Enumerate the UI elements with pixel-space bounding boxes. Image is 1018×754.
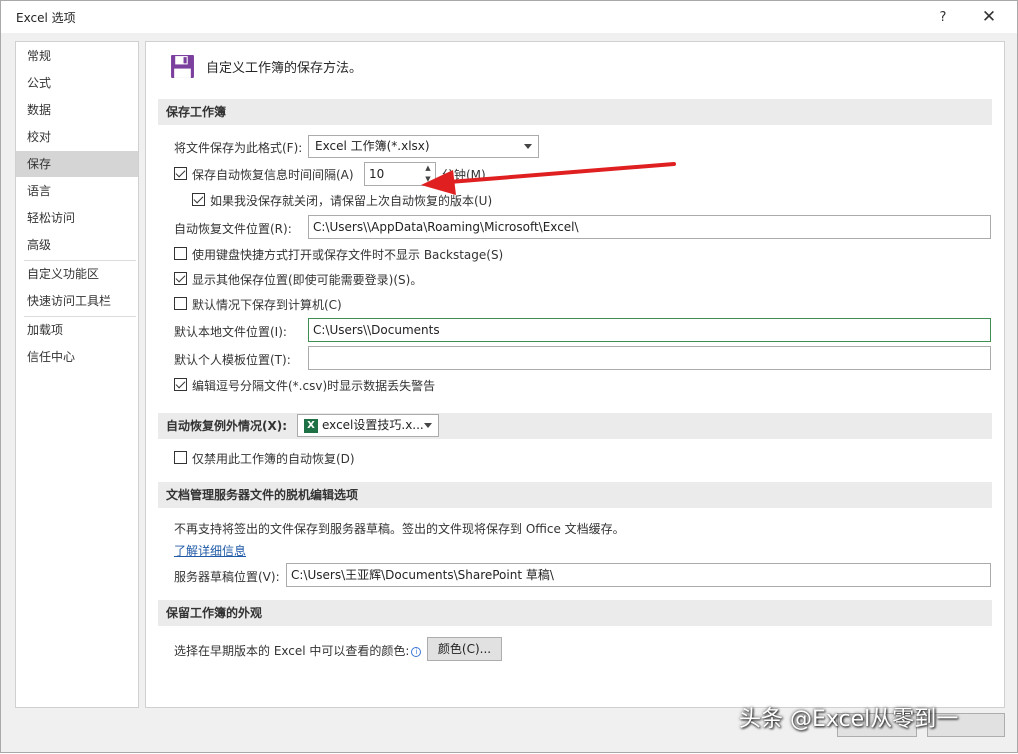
default-local-location-value: C:\Users\\Documents	[313, 323, 440, 337]
nav-item-formulas[interactable]: 公式	[16, 70, 138, 96]
nav-item-trust-center[interactable]: 信任中心	[16, 344, 138, 370]
chevron-down-icon	[524, 144, 532, 149]
csv-warning-checkbox[interactable]	[174, 378, 187, 391]
title-bar: Excel 选项 ? ✕	[1, 1, 1017, 33]
server-drafts-location-label: 服务器草稿位置(V):	[174, 570, 280, 584]
no-backstage-label: 使用键盘快捷方式打开或保存文件时不显示 Backstage(S)	[192, 248, 504, 262]
csv-warning-label: 编辑逗号分隔文件(*.csv)时显示数据丢失警告	[192, 379, 436, 393]
disable-autorecover-label: 仅禁用此工作簿的自动恢复(D)	[192, 452, 355, 466]
default-local-location-label: 默认本地文件位置(I):	[174, 325, 287, 339]
save-to-computer-label: 默认情况下保存到计算机(C)	[192, 298, 342, 312]
exception-workbook-value: excel设置技巧.x...	[322, 418, 424, 432]
learn-more-link[interactable]: 了解详细信息	[174, 542, 246, 559]
save-format-dropdown[interactable]: Excel 工作簿(*.xlsx)	[308, 135, 539, 158]
default-template-location-input[interactable]	[308, 346, 991, 370]
nav-item-accessibility[interactable]: 轻松访问	[16, 205, 138, 231]
nav-item-save[interactable]: 保存	[16, 151, 138, 177]
section-save-workbooks: 保存工作簿	[158, 99, 992, 125]
excel-file-icon: X	[304, 418, 318, 433]
chevron-down-icon	[424, 423, 432, 428]
nav-item-proofing[interactable]: 校对	[16, 124, 138, 150]
minutes-label: 分钟(M)	[442, 168, 486, 182]
watermark: 头条 @Excel从零到一	[739, 707, 959, 732]
colors-label-text: 选择在早期版本的 Excel 中可以查看的颜色:	[174, 644, 410, 658]
spin-down-icon[interactable]: ▼	[421, 174, 435, 185]
show-additional-places-label: 显示其他保存位置(即使可能需要登录)(S)。	[192, 273, 423, 287]
info-icon: i	[411, 647, 422, 657]
default-local-location-input[interactable]: C:\Users\\Documents	[308, 318, 991, 342]
no-backstage-checkbox[interactable]	[174, 247, 187, 260]
save-format-value: Excel 工作簿(*.xlsx)	[315, 139, 430, 153]
nav-item-addins[interactable]: 加载项	[16, 317, 138, 343]
nav-item-language[interactable]: 语言	[16, 178, 138, 204]
nav-item-advanced[interactable]: 高级	[16, 232, 138, 258]
colors-label: 选择在早期版本的 Excel 中可以查看的颜色: i	[174, 642, 422, 659]
autorecover-minutes-value: 10	[369, 167, 385, 181]
save-format-label: 将文件保存为此格式(F):	[174, 141, 303, 155]
server-drafts-location-value: C:\Users\王亚辉\Documents\SharePoint 草稿\	[291, 568, 554, 582]
spin-up-icon[interactable]: ▲	[421, 163, 435, 174]
autorecover-label: 保存自动恢复信息时间间隔(A)	[192, 168, 354, 182]
keep-last-version-checkbox[interactable]	[192, 193, 205, 206]
nav-item-customize-ribbon[interactable]: 自定义功能区	[16, 261, 138, 287]
colors-button[interactable]: 颜色(C)...	[427, 637, 502, 661]
options-nav: 常规 公式 数据 校对 保存 语言 轻松访问 高级 自定义功能区 快速访问工具栏…	[15, 41, 139, 708]
section-preserve-appearance: 保留工作簿的外观	[158, 600, 992, 626]
autorecover-exceptions-title: 自动恢复例外情况(X):	[166, 419, 288, 433]
autorecover-location-label: 自动恢复文件位置(R):	[174, 222, 292, 236]
close-button[interactable]: ✕	[969, 3, 1009, 31]
exception-workbook-dropdown[interactable]: Xexcel设置技巧.x...	[297, 414, 439, 437]
server-drafts-location-input[interactable]: C:\Users\王亚辉\Documents\SharePoint 草稿\	[286, 563, 991, 587]
section-offline-editing: 文档管理服务器文件的脱机编辑选项	[158, 482, 992, 508]
show-additional-places-checkbox[interactable]	[174, 272, 187, 285]
offline-editing-description: 不再支持将签出的文件保存到服务器草稿。签出的文件现将保存到 Office 文档缓…	[174, 522, 625, 536]
nav-item-quick-access-toolbar[interactable]: 快速访问工具栏	[16, 288, 138, 314]
nav-item-data[interactable]: 数据	[16, 97, 138, 123]
default-template-location-label: 默认个人模板位置(T):	[174, 353, 291, 367]
excel-options-dialog: Excel 选项 ? ✕ 常规 公式 数据 校对 保存 语言 轻松访问 高级 自…	[0, 0, 1018, 753]
autorecover-location-value: C:\Users\\AppData\Roaming\Microsoft\Exce…	[313, 220, 579, 234]
save-options-panel: 自定义工作簿的保存方法。 保存工作簿 将文件保存为此格式(F): Excel 工…	[145, 41, 1005, 708]
autorecover-location-input[interactable]: C:\Users\\AppData\Roaming\Microsoft\Exce…	[308, 215, 991, 239]
section-autorecover-exceptions: 自动恢复例外情况(X):	[158, 413, 992, 439]
autorecover-checkbox[interactable]	[174, 167, 187, 180]
save-to-computer-checkbox[interactable]	[174, 297, 187, 310]
keep-last-version-label: 如果我没保存就关闭，请保留上次自动恢复的版本(U)	[210, 194, 493, 208]
dialog-title: Excel 选项	[16, 11, 76, 25]
disable-autorecover-checkbox[interactable]	[174, 451, 187, 464]
save-icon	[171, 55, 194, 78]
nav-item-general[interactable]: 常规	[16, 43, 138, 69]
help-button[interactable]: ?	[923, 3, 963, 31]
page-heading: 自定义工作簿的保存方法。	[206, 61, 363, 76]
